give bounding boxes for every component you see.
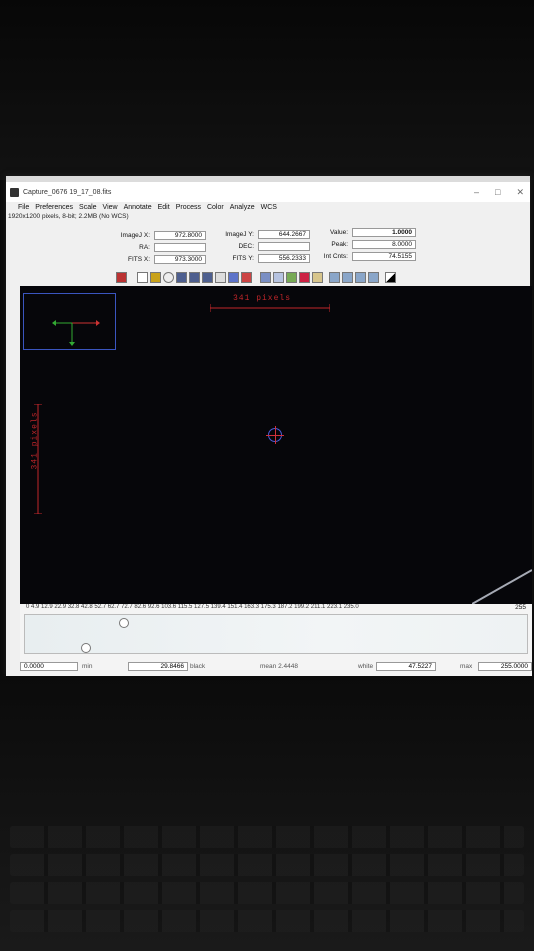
fits-x-field[interactable]: 973.3000: [154, 255, 206, 264]
menu-analyze[interactable]: Analyze: [230, 204, 255, 211]
menu-annotate[interactable]: Annotate: [124, 204, 152, 211]
menu-file[interactable]: File: [18, 204, 29, 211]
menu-color[interactable]: Color: [207, 204, 224, 211]
dec-label: DEC:: [238, 243, 254, 250]
colorbar-panel: 0 4.9 12.9 22.9 32.8 42.8 52.7 62.7 72.7…: [20, 604, 532, 676]
horizontal-ruler: [210, 304, 330, 312]
fits-viewer-window: Capture_0676 19_17_08.fits – □ ✕ File Pr…: [6, 182, 532, 676]
black-level-handle[interactable]: [119, 618, 129, 628]
dec-field[interactable]: [258, 242, 310, 251]
centroid-icon[interactable]: [189, 272, 200, 283]
horizontal-ruler-label: 341 pixels: [233, 294, 292, 303]
plus-icon[interactable]: [299, 272, 310, 283]
image-info: 1920x1200 pixels, 8-bit; 2.2MB (No WCS): [8, 213, 129, 220]
peak-label: Peak:: [331, 241, 348, 248]
colorbar-ticks: 0 4.9 12.9 22.9 32.8 42.8 52.7 62.7 72.7…: [26, 604, 359, 610]
int-cnts-label: Int Cnts:: [323, 253, 348, 260]
minimize-icon[interactable]: –: [474, 187, 479, 198]
aperture-icon[interactable]: [163, 272, 174, 283]
fits-y-label: FITS Y:: [232, 255, 254, 262]
overview-panner[interactable]: [23, 293, 116, 350]
ra-label: RA:: [139, 244, 150, 251]
table-icon[interactable]: [312, 272, 323, 283]
menu-scale[interactable]: Scale: [79, 204, 97, 211]
menu-view[interactable]: View: [103, 204, 118, 211]
toolbar: [116, 272, 396, 285]
direction-arrows-icon: [52, 320, 100, 346]
measure-icon[interactable]: [202, 272, 213, 283]
imagej-x-field[interactable]: 972.8000: [154, 231, 206, 240]
laptop-screen: Capture_0676 19_17_08.fits – □ ✕ File Pr…: [6, 176, 532, 676]
keyboard-row: [10, 882, 524, 904]
settings-icon[interactable]: [215, 272, 226, 283]
app-icon: [10, 187, 19, 197]
min-field[interactable]: 0.0000: [20, 662, 78, 671]
zoom-reset-icon[interactable]: [368, 272, 379, 283]
clear-icon[interactable]: [241, 272, 252, 283]
dark-surroundings: [0, 0, 534, 180]
title-bar: Capture_0676 19_17_08.fits – □ ✕: [6, 182, 530, 202]
max-label: max: [460, 663, 473, 670]
ruler-icon[interactable]: [273, 272, 284, 283]
keyboard-row: [10, 826, 524, 848]
close-icon[interactable]: ✕: [516, 187, 524, 198]
white-field[interactable]: 47.5227: [376, 662, 436, 671]
edit-icon[interactable]: [260, 272, 271, 283]
window-title: Capture_0676 19_17_08.fits: [23, 188, 112, 196]
zoom-in-icon[interactable]: [329, 272, 340, 283]
fits-x-label: FITS X:: [127, 256, 150, 263]
int-cnts-field[interactable]: 74.5155: [352, 252, 416, 261]
keyboard-row: [10, 910, 524, 932]
white-level-handle[interactable]: [81, 643, 91, 653]
ra-field[interactable]: [154, 243, 206, 252]
menu-edit[interactable]: Edit: [158, 204, 170, 211]
black-label: black: [190, 663, 206, 670]
imagej-y-label: ImageJ Y:: [225, 231, 254, 238]
glare-streak: [472, 569, 532, 604]
menu-process[interactable]: Process: [176, 204, 201, 211]
peak-field[interactable]: 8.0000: [352, 240, 416, 249]
star-icon[interactable]: [286, 272, 297, 283]
menu-preferences[interactable]: Preferences: [35, 204, 73, 211]
imagej-y-field[interactable]: 644.2667: [258, 230, 310, 239]
imagej-x-label: ImageJ X:: [120, 232, 150, 239]
zoom-fit-icon[interactable]: [355, 272, 366, 283]
annotate-icon[interactable]: [228, 272, 239, 283]
invert-icon[interactable]: [385, 272, 396, 283]
value-label: Value:: [330, 229, 348, 236]
mean-value: mean 2.4448: [260, 663, 298, 670]
zoom-out-icon[interactable]: [342, 272, 353, 283]
vertical-ruler: [34, 404, 42, 514]
value-field[interactable]: 1.0000: [352, 228, 416, 237]
min-label: min: [82, 663, 93, 670]
histogram[interactable]: [24, 614, 528, 654]
photometry-icon[interactable]: [176, 272, 187, 283]
keyboard-row: [10, 854, 524, 876]
menu-bar: File Preferences Scale View Annotate Edi…: [6, 202, 530, 213]
image-canvas[interactable]: 341 pixels 341 pixels: [20, 286, 532, 604]
maximize-icon[interactable]: □: [495, 187, 500, 198]
pan-icon[interactable]: [137, 272, 148, 283]
black-field[interactable]: 29.8466: [128, 662, 188, 671]
laptop-keyboard-area: [0, 676, 534, 951]
white-label: white: [358, 663, 374, 670]
zoom-box-icon[interactable]: [150, 272, 161, 283]
max-field[interactable]: 255.0000: [478, 662, 532, 671]
fits-y-field[interactable]: 556.2333: [258, 254, 310, 263]
target-crosshair-icon: [266, 426, 284, 444]
colorbar-max-tick: 255: [515, 604, 526, 611]
stop-icon[interactable]: [116, 272, 127, 283]
menu-wcs[interactable]: WCS: [261, 204, 277, 211]
